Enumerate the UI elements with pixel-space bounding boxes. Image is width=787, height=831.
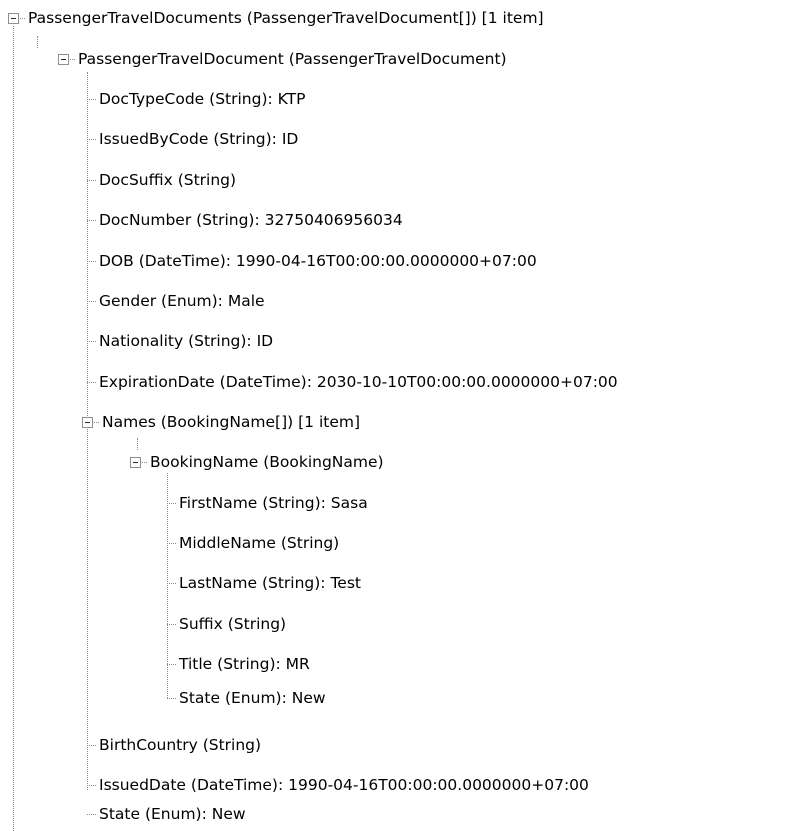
tree-node-label: PassengerTravelDocument (PassengerTravel…: [78, 50, 507, 68]
tree-connector: [20, 17, 25, 19]
tree-leaf-nationality[interactable]: Nationality (String): ID: [87, 325, 273, 357]
tree-leaf-label: IssuedDate (DateTime): 1990-04-16T00:00:…: [99, 776, 589, 794]
tree-connector: [87, 784, 96, 786]
tree-connector: [167, 697, 176, 699]
tree-leaf-label: Title (String): MR: [179, 655, 310, 673]
tree-connector: [87, 381, 96, 383]
tree-node-names[interactable]: Names (BookingName[]) [1 item]: [82, 406, 360, 438]
tree-leaf-doc-number[interactable]: DocNumber (String): 32750406956034: [87, 204, 403, 236]
collapse-toggle-icon[interactable]: [130, 456, 141, 468]
tree-node-label: Names (BookingName[]) [1 item]: [102, 413, 361, 431]
tree-node-passenger-travel-document[interactable]: PassengerTravelDocument (PassengerTravel…: [58, 43, 507, 75]
object-tree-view: PassengerTravelDocuments (PassengerTrave…: [0, 0, 787, 831]
tree-leaf-gender[interactable]: Gender (Enum): Male: [87, 285, 265, 317]
tree-connector: [142, 461, 147, 463]
tree-connector: [167, 542, 176, 544]
tree-leaf-doc-type-code[interactable]: DocTypeCode (String): KTP: [87, 83, 305, 115]
tree-connector: [87, 98, 96, 100]
tree-node-passenger-travel-documents[interactable]: PassengerTravelDocuments (PassengerTrave…: [8, 2, 544, 34]
tree-leaf-document-state[interactable]: State (Enum): New: [87, 798, 246, 830]
collapse-toggle-icon[interactable]: [8, 12, 19, 24]
tree-leaf-birth-country[interactable]: BirthCountry (String): [87, 729, 261, 761]
tree-leaf-label: DocNumber (String): 32750406956034: [99, 211, 403, 229]
tree-connector: [87, 138, 96, 140]
tree-leaf-title[interactable]: Title (String): MR: [167, 648, 310, 680]
tree-connector: [167, 582, 176, 584]
tree-leaf-label: IssuedByCode (String): ID: [99, 130, 299, 148]
tree-node-label: BookingName (BookingName): [150, 453, 384, 471]
tree-connector: [87, 219, 96, 221]
tree-connector: [87, 260, 96, 262]
tree-leaf-first-name[interactable]: FirstName (String): Sasa: [167, 487, 368, 519]
tree-leaf-label: LastName (String): Test: [179, 574, 361, 592]
tree-leaf-label: State (Enum): New: [179, 689, 326, 707]
tree-leaf-middle-name[interactable]: MiddleName (String): [167, 527, 339, 559]
tree-node-booking-name[interactable]: BookingName (BookingName): [130, 446, 384, 478]
tree-leaf-label: MiddleName (String): [179, 534, 340, 552]
tree-leaf-label: DOB (DateTime): 1990-04-16T00:00:00.0000…: [99, 252, 537, 270]
tree-connector: [167, 623, 176, 625]
collapse-toggle-icon[interactable]: [58, 53, 69, 65]
tree-connector: [70, 58, 75, 60]
tree-leaf-label: Suffix (String): [179, 615, 287, 633]
tree-leaf-label: DocTypeCode (String): KTP: [99, 90, 306, 108]
tree-node-label: PassengerTravelDocuments (PassengerTrave…: [28, 9, 544, 27]
tree-leaf-booking-name-state[interactable]: State (Enum): New: [167, 682, 326, 714]
tree-connector: [167, 663, 176, 665]
collapse-toggle-icon[interactable]: [82, 416, 93, 428]
tree-leaf-label: Nationality (String): ID: [99, 332, 274, 350]
tree-guide-line-child-stub: [37, 36, 38, 48]
tree-leaf-issued-date[interactable]: IssuedDate (DateTime): 1990-04-16T00:00:…: [87, 769, 589, 801]
tree-guide-line-root: [13, 26, 14, 831]
tree-connector: [87, 744, 96, 746]
tree-leaf-expiration-date[interactable]: ExpirationDate (DateTime): 2030-10-10T00…: [87, 366, 618, 398]
tree-leaf-label: BirthCountry (String): [99, 736, 262, 754]
tree-leaf-last-name[interactable]: LastName (String): Test: [167, 567, 361, 599]
tree-connector: [87, 179, 96, 181]
tree-connector: [87, 300, 96, 302]
tree-leaf-label: Gender (Enum): Male: [99, 292, 265, 310]
tree-leaf-label: ExpirationDate (DateTime): 2030-10-10T00…: [99, 373, 618, 391]
tree-leaf-suffix[interactable]: Suffix (String): [167, 608, 286, 640]
tree-leaf-label: DocSuffix (String): [99, 171, 237, 189]
tree-leaf-issued-by-code[interactable]: IssuedByCode (String): ID: [87, 123, 298, 155]
tree-connector: [94, 421, 99, 423]
tree-connector: [87, 340, 96, 342]
tree-leaf-dob[interactable]: DOB (DateTime): 1990-04-16T00:00:00.0000…: [87, 245, 537, 277]
tree-leaf-doc-suffix[interactable]: DocSuffix (String): [87, 164, 236, 196]
tree-connector: [87, 813, 96, 815]
tree-connector: [167, 502, 176, 504]
tree-leaf-label: FirstName (String): Sasa: [179, 494, 368, 512]
tree-leaf-label: State (Enum): New: [99, 805, 246, 823]
